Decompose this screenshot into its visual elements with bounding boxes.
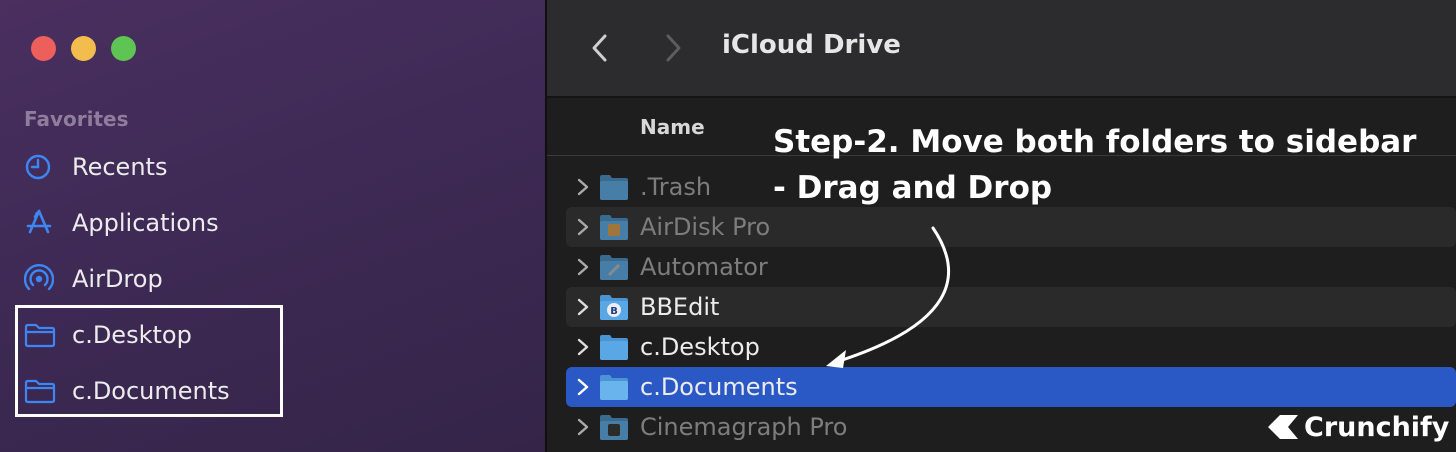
close-button[interactable] <box>31 36 56 61</box>
annotation-line-1: Step-2. Move both folders to sidebar <box>773 124 1417 160</box>
row-label: Cinemagraph Pro <box>640 413 848 441</box>
app-folder-icon <box>599 413 629 441</box>
row-label: c.Documents <box>640 373 798 401</box>
folder-icon <box>599 373 629 401</box>
clock-icon <box>24 152 62 182</box>
sidebar-item-recents[interactable]: Recents <box>24 147 504 187</box>
sidebar-item-label: Applications <box>72 209 219 237</box>
sidebar-item-label: Recents <box>72 153 168 181</box>
sidebar-heading-favorites: Favorites <box>24 107 129 131</box>
list-item[interactable]: c.Desktop <box>566 327 1456 367</box>
column-header-name[interactable]: Name <box>640 115 705 139</box>
toolbar: iCloud Drive <box>545 0 1456 98</box>
forward-button[interactable] <box>658 30 688 66</box>
sidebar-item-label: AirDrop <box>72 265 163 293</box>
watermark-text: Crunchify <box>1304 411 1450 443</box>
disclosure-chevron-icon[interactable] <box>576 378 590 396</box>
app-folder-icon <box>599 253 629 281</box>
chevron-left-icon <box>592 34 607 62</box>
app-folder-icon: B <box>599 293 629 321</box>
app-folder-icon <box>599 213 629 241</box>
row-label: c.Desktop <box>640 333 760 361</box>
highlight-box <box>15 305 283 417</box>
disclosure-chevron-icon[interactable] <box>576 418 590 436</box>
sidebar-item-airdrop[interactable]: AirDrop <box>24 259 504 299</box>
applications-icon <box>24 208 62 238</box>
window-title: iCloud Drive <box>722 30 901 60</box>
row-label: BBEdit <box>640 293 720 321</box>
list-item[interactable]: AirDisk Pro <box>566 207 1456 247</box>
row-label: AirDisk Pro <box>640 213 771 241</box>
file-browser: iCloud Drive Name .Trash AirDisk Pro Aut… <box>545 0 1456 452</box>
sidebar-divider <box>545 0 547 452</box>
zoom-button[interactable] <box>111 36 136 61</box>
svg-text:B: B <box>610 306 618 317</box>
row-label: Automator <box>640 253 768 281</box>
crunchify-watermark: Crunchify <box>1266 408 1449 446</box>
folder-icon <box>599 173 629 201</box>
annotation-text: Step-2. Move both folders to sidebar - D… <box>773 119 1416 211</box>
disclosure-chevron-icon[interactable] <box>576 178 590 196</box>
minimize-button[interactable] <box>71 36 96 61</box>
disclosure-chevron-icon[interactable] <box>576 338 590 356</box>
folder-icon <box>599 333 629 361</box>
sidebar: Favorites Recents Applications AirDrop c… <box>0 0 545 452</box>
disclosure-chevron-icon[interactable] <box>576 218 590 236</box>
back-button[interactable] <box>585 30 615 66</box>
window-controls <box>31 36 136 61</box>
list-item-selected[interactable]: c.Documents <box>566 367 1456 407</box>
chevron-right-icon <box>666 34 681 62</box>
row-label: .Trash <box>640 173 712 201</box>
airdrop-icon <box>24 264 62 294</box>
annotation-line-2: - Drag and Drop <box>773 170 1053 206</box>
list-item[interactable]: Automator <box>566 247 1456 287</box>
sidebar-item-applications[interactable]: Applications <box>24 203 504 243</box>
disclosure-chevron-icon[interactable] <box>576 258 590 276</box>
crunchify-logo-icon <box>1268 415 1298 439</box>
list-item[interactable]: B BBEdit <box>566 287 1456 327</box>
disclosure-chevron-icon[interactable] <box>576 298 590 316</box>
